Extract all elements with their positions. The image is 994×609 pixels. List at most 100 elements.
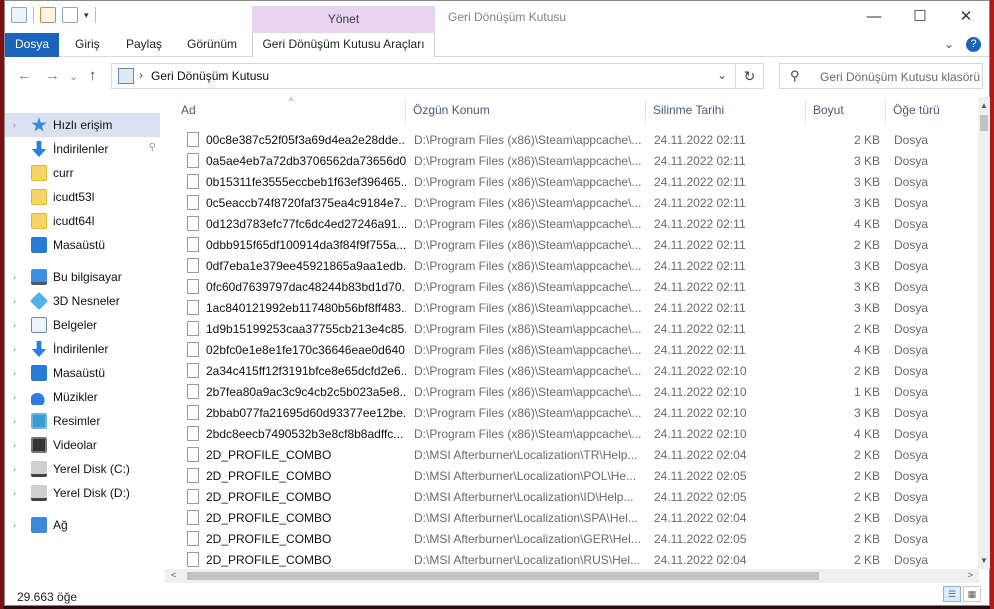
manage-tab[interactable]: Yönet — [252, 6, 435, 33]
column-size[interactable]: Boyut — [813, 103, 844, 117]
address-dropdown-icon[interactable]: ⌄ — [717, 68, 727, 82]
column-divider[interactable] — [805, 99, 806, 123]
tab-file[interactable]: Dosya — [5, 33, 59, 57]
scroll-left-icon[interactable]: < — [171, 570, 176, 580]
table-row[interactable]: 2D_PROFILE_COMBO D:\MSI Afterburner\Local… — [165, 486, 979, 507]
column-name[interactable]: Ad — [181, 103, 196, 117]
horizontal-scroll-thumb[interactable] — [187, 572, 819, 580]
address-bar[interactable]: › Geri Dönüşüm Kutusu ⌄ — [111, 63, 736, 89]
tab-share[interactable]: Paylaş — [126, 33, 162, 57]
column-divider[interactable] — [645, 99, 646, 123]
original-location: D:\Program Files (x86)\Steam\appcache\..… — [414, 343, 642, 357]
vertical-scrollbar[interactable]: ▲ ▼ — [978, 97, 990, 569]
sidebar-item-downloads[interactable]: İndirilenler ⚲ — [5, 137, 160, 161]
column-date-deleted[interactable]: Silinme Tarihi — [653, 103, 724, 117]
forward-button[interactable]: → — [45, 67, 60, 84]
column-original-location[interactable]: Özgün Konum — [413, 103, 490, 117]
expand-icon[interactable]: › — [13, 272, 25, 282]
expand-icon[interactable]: › — [13, 464, 25, 474]
minimize-button[interactable]: — — [851, 1, 897, 31]
expand-icon[interactable]: › — [13, 344, 25, 354]
search-placeholder[interactable]: Geri Dönüşüm Kutusu klasörü — [820, 70, 980, 84]
table-row[interactable]: 0fc60d7639797dac48244b83bd1d70... D:\Prog… — [165, 276, 979, 297]
table-row[interactable]: 2a34c415ff12f3191bfce8e65dcfd2e6... D:\Pr… — [165, 360, 979, 381]
table-row[interactable]: 0df7eba1e379ee45921865a9aa1edb... D:\Prog… — [165, 255, 979, 276]
expand-icon[interactable]: › — [13, 392, 25, 402]
sidebar-item-music[interactable]: › Müzikler — [5, 385, 160, 409]
sidebar-item-disk-c[interactable]: › Yerel Disk (C:) — [5, 457, 160, 481]
sidebar-item-downloads-pc[interactable]: › İndirilenler — [5, 337, 160, 361]
sidebar-item-3d-objects[interactable]: › 3D Nesneler — [5, 289, 160, 313]
sidebar-item-videos[interactable]: › Videolar — [5, 433, 160, 457]
table-row[interactable]: 2bdc8eecb7490532b3e8cf8b8adffc... D:\Prog… — [165, 423, 979, 444]
large-icons-view-icon[interactable]: ▦ — [963, 586, 981, 602]
vertical-scroll-thumb[interactable] — [980, 115, 988, 131]
help-icon[interactable]: ? — [966, 37, 981, 52]
recycle-bin-icon — [118, 68, 134, 84]
table-row[interactable]: 2D_PROFILE_COMBO D:\MSI Afterburner\Local… — [165, 549, 979, 569]
sidebar-item-disk-d[interactable]: › Yerel Disk (D:) — [5, 481, 160, 505]
expand-icon[interactable]: › — [13, 488, 25, 498]
table-row[interactable]: 00c8e387c52f05f3a69d4ea2e28dde... D:\Prog… — [165, 129, 979, 150]
back-button[interactable]: ← — [17, 67, 32, 84]
tab-view[interactable]: Görünüm — [187, 33, 237, 57]
table-row[interactable]: 2D_PROFILE_COMBO D:\MSI Afterburner\Local… — [165, 465, 979, 486]
maximize-button[interactable]: ☐ — [897, 1, 943, 31]
sidebar-item-documents[interactable]: › Belgeler — [5, 313, 160, 337]
tab-home[interactable]: Giriş — [75, 33, 100, 57]
table-row[interactable]: 2D_PROFILE_COMBO D:\MSI Afterburner\Local… — [165, 507, 979, 528]
expand-icon[interactable]: › — [13, 440, 25, 450]
scroll-down-icon[interactable]: ▼ — [980, 556, 988, 565]
properties-icon[interactable] — [40, 7, 56, 23]
address-chevron-icon[interactable]: › — [139, 68, 143, 82]
sidebar-item-pictures[interactable]: › Resimler — [5, 409, 160, 433]
recent-locations-button[interactable]: ⌄ — [69, 70, 78, 83]
sidebar-item-curr[interactable]: curr — [5, 161, 160, 185]
search-box[interactable]: ⚲ Geri Dönüşüm Kutusu klasörü — [779, 63, 983, 89]
expand-icon[interactable]: › — [13, 368, 25, 378]
expand-icon[interactable]: › — [13, 120, 25, 130]
sidebar-item-quick-access[interactable]: › Hızlı erişim — [5, 113, 160, 137]
table-row[interactable]: 2D_PROFILE_COMBO D:\MSI Afterburner\Local… — [165, 528, 979, 549]
horizontal-scrollbar[interactable]: < > — [165, 569, 979, 583]
file-size: 2 KB — [853, 364, 880, 378]
date-deleted: 24.11.2022 02:11 — [654, 217, 746, 231]
table-row[interactable]: 0a5ae4eb7a72db3706562da73656d0... D:\Prog… — [165, 150, 979, 171]
item-type: Dosya — [894, 385, 929, 399]
sidebar-item-icudt53l[interactable]: icudt53l — [5, 185, 160, 209]
table-row[interactable]: 0dbb915f65df100914da3f84f9f755a... D:\Pro… — [165, 234, 979, 255]
scroll-up-icon[interactable]: ▲ — [980, 101, 988, 110]
table-row[interactable]: 0b15311fe3555eccbeb1f63ef396465... D:\Pro… — [165, 171, 979, 192]
table-row[interactable]: 2D_PROFILE_COMBO D:\MSI Afterburner\Local… — [165, 444, 979, 465]
table-row[interactable]: 1ac840121992eb117480b56bf8ff483... D:\Pro… — [165, 297, 979, 318]
expand-icon[interactable]: › — [13, 520, 25, 530]
table-row[interactable]: 0c5eaccb74f8720faf375ea4c9184e7... D:\Pro… — [165, 192, 979, 213]
table-row[interactable]: 1d9b15199253caa37755cb213e4c85... D:\Prog… — [165, 318, 979, 339]
pin-icon: ⚲ — [148, 142, 156, 153]
expand-icon[interactable]: › — [13, 320, 25, 330]
table-row[interactable]: 2bbab077fa21695d60d93377ee12be... D:\Prog… — [165, 402, 979, 423]
expand-icon[interactable]: › — [13, 416, 25, 426]
close-button[interactable]: ✕ — [943, 1, 989, 31]
column-divider[interactable] — [885, 99, 886, 123]
address-path[interactable]: Geri Dönüşüm Kutusu — [151, 69, 269, 83]
sidebar-item-network[interactable]: › Ağ — [5, 513, 160, 537]
up-button[interactable]: ↑ — [89, 67, 97, 84]
details-view-icon[interactable]: ☰ — [943, 586, 961, 602]
column-item-type[interactable]: Öğe türü — [893, 103, 940, 117]
scroll-right-icon[interactable]: > — [968, 570, 973, 580]
expand-icon[interactable]: › — [13, 296, 25, 306]
sidebar-item-desktop-pc[interactable]: › Masaüstü — [5, 361, 160, 385]
refresh-button[interactable]: ↻ — [736, 63, 764, 89]
tab-recycle-bin-tools[interactable]: Geri Dönüşüm Kutusu Araçları — [252, 33, 435, 57]
sidebar-item-desktop[interactable]: Masaüstü — [5, 233, 160, 257]
expand-ribbon-icon[interactable]: ⌄ — [944, 37, 954, 52]
table-row[interactable]: 02bfc0e1e8e1fe170c36646eae0d640... D:\Pro… — [165, 339, 979, 360]
table-row[interactable]: 0d123d783efc77fc6dc4ed27246a91... D:\Prog… — [165, 213, 979, 234]
sidebar-item-icudt64l[interactable]: icudt64l — [5, 209, 160, 233]
customize-toolbar-icon[interactable]: ▾ — [84, 10, 89, 21]
sidebar-item-this-pc[interactable]: › Bu bilgisayar — [5, 265, 160, 289]
new-folder-icon[interactable] — [62, 7, 78, 23]
table-row[interactable]: 2b7fea80a9ac3c9c4cb2c5b023a5e8... D:\Prog… — [165, 381, 979, 402]
column-divider[interactable] — [405, 99, 406, 123]
